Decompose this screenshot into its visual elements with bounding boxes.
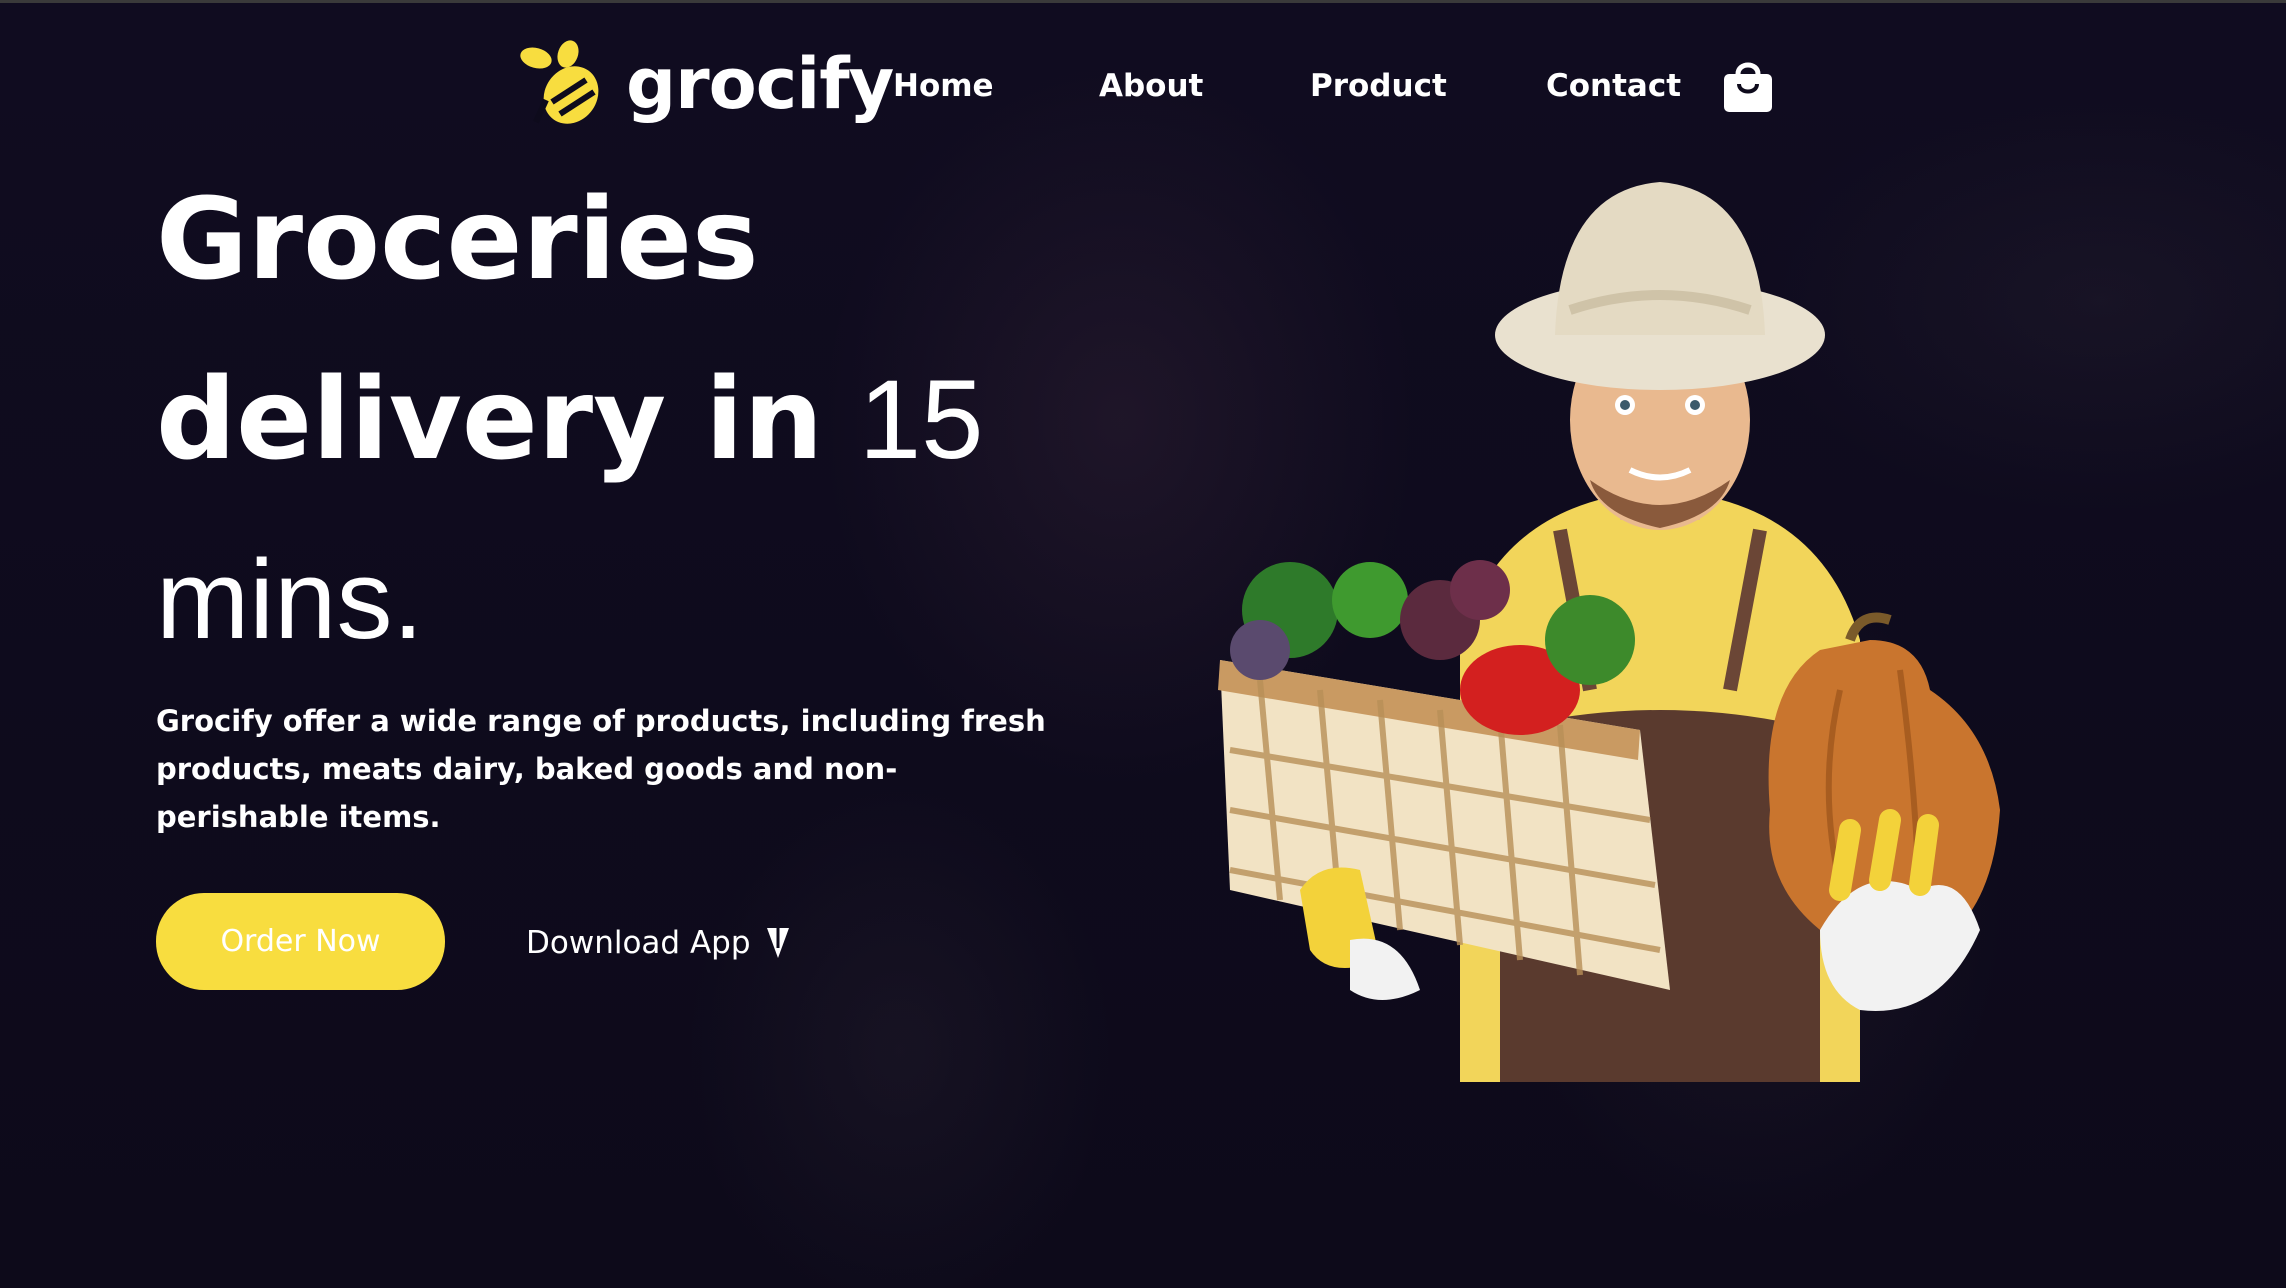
shopping-bag-icon[interactable] [1722, 56, 1774, 114]
top-border [0, 0, 2286, 3]
title-line-3: mins. [156, 537, 424, 662]
download-app-link[interactable]: Download App [526, 918, 791, 968]
navbar: grocify Home About Product Contact [516, 40, 1776, 130]
arrow-cursor-icon [766, 928, 789, 958]
nav-home[interactable]: Home [893, 66, 994, 106]
hero-title: Groceries delivery in 15 mins. [156, 150, 1056, 690]
nav-about[interactable]: About [1099, 66, 1203, 106]
title-line-2-bold: delivery in [156, 355, 824, 485]
nav-contact[interactable]: Contact [1546, 66, 1681, 106]
order-now-button[interactable]: Order Now [156, 893, 445, 990]
hero-description: Grocify offer a wide range of products, … [156, 704, 1046, 834]
brand-logo[interactable]: grocify [516, 40, 894, 130]
brand-name: grocify [626, 43, 894, 125]
bee-logo-icon [520, 40, 599, 124]
download-app-label: Download App [526, 925, 751, 961]
nav-product[interactable]: Product [1310, 66, 1447, 106]
title-line-1: Groceries [156, 175, 759, 305]
hero-farmer-image [1218, 182, 2000, 1082]
title-line-2-light: 15 [858, 357, 984, 482]
